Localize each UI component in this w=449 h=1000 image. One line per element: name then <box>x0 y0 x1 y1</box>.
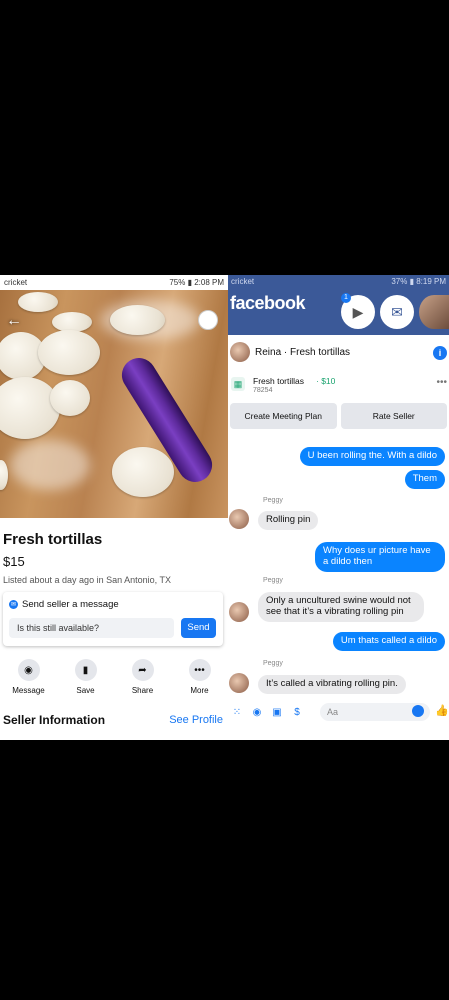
listing-summary[interactable]: ▦ Fresh tortillas · $10 78254 ••• <box>228 371 449 401</box>
back-arrow-icon[interactable]: ← <box>6 312 22 330</box>
action-label: Message <box>12 686 45 695</box>
flour-patch <box>10 440 90 490</box>
send-message-header: ✉ Send seller a message <box>9 599 119 610</box>
camera-icon[interactable]: ◉ <box>251 707 263 718</box>
photo-options-icon[interactable] <box>198 310 218 330</box>
sender-name: Peggy <box>263 660 283 667</box>
send-message-card: ✉ Send seller a message Is this still av… <box>3 592 223 646</box>
save-button[interactable]: ▮ Save <box>61 659 111 695</box>
conversation: U been rolling the. With a dildo Them Pe… <box>228 435 449 700</box>
messenger-icon: ✉ <box>9 600 18 609</box>
action-bar: ◉ Message ▮ Save ➦ Share ••• More <box>0 659 228 695</box>
listing-meta: Listed about a day ago in San Antonio, T… <box>3 575 171 585</box>
share-button[interactable]: ➦ Share <box>118 659 168 695</box>
share-icon: ➦ <box>131 659 154 681</box>
chat-head-avatar[interactable] <box>419 295 449 329</box>
apps-icon[interactable]: ⁙ <box>231 707 243 718</box>
message-outgoing: Why does ur picture have a dildo then <box>315 542 445 572</box>
marketplace-listing-screen: cricket 75% ▮ 2:08 PM ← Fresh tortillas … <box>0 275 228 740</box>
dough-circle <box>112 447 174 497</box>
message-incoming: Only a uncultured swine would not see th… <box>258 592 424 622</box>
avatar <box>229 673 249 693</box>
chat-header: Reina · Fresh tortillas i <box>228 335 449 372</box>
create-meeting-plan-button[interactable]: Create Meeting Plan <box>230 403 337 429</box>
info-icon[interactable]: i <box>433 346 447 360</box>
listing-photo[interactable]: ← <box>0 290 228 518</box>
send-button[interactable]: Send <box>181 618 216 638</box>
bookmark-icon: ▮ <box>74 659 97 681</box>
dough-circle <box>52 312 92 332</box>
status-right: 75% ▮ 2:08 PM <box>169 277 224 287</box>
emoji-icon[interactable] <box>412 705 424 717</box>
message-outgoing: Them <box>404 470 445 489</box>
listing-actions: Create Meeting Plan Rate Seller <box>228 403 449 429</box>
payment-icon[interactable]: $ <box>291 707 303 718</box>
dough-circle <box>38 330 100 375</box>
item-price: · $10 <box>316 376 336 386</box>
item-name: Fresh tortillas <box>253 376 305 386</box>
messenger-icon: ◉ <box>17 659 40 681</box>
avatar[interactable] <box>230 342 250 362</box>
marketplace-icon: ▦ <box>231 377 245 391</box>
message-button[interactable]: ◉ Message <box>4 659 54 695</box>
more-icon: ••• <box>188 659 211 681</box>
message-incoming: Rolling pin <box>258 511 319 530</box>
listing-price: $15 <box>3 554 25 569</box>
more-options-icon[interactable]: ••• <box>436 377 447 388</box>
message-incoming: It’s called a vibrating rolling pin. <box>258 675 406 694</box>
status-bar: cricket 37% ▮ 8:19 PM <box>231 277 446 286</box>
see-profile-link[interactable]: See Profile <box>169 714 223 726</box>
image-icon[interactable]: ▣ <box>271 707 283 718</box>
avatar <box>229 602 249 622</box>
send-message-label: Send seller a message <box>22 599 119 610</box>
dough-circle <box>18 292 58 312</box>
composer-bar: ⁙ ◉ ▣ $ Aa 👍 <box>228 700 449 724</box>
messenger-icon[interactable]: ✉ <box>380 295 414 329</box>
item-id: 78254 <box>253 387 273 394</box>
status-right: 37% ▮ 8:19 PM <box>391 277 446 286</box>
dough-circle <box>50 380 90 416</box>
chat-title: Reina · Fresh tortillas <box>255 347 351 358</box>
more-button[interactable]: ••• More <box>175 659 225 695</box>
notification-badge: 1 <box>341 293 351 303</box>
facebook-logo: facebook <box>230 293 306 313</box>
listing-title: Fresh tortillas <box>3 531 103 548</box>
seller-info-heading: Seller Information <box>3 713 106 727</box>
message-input[interactable]: Is this still available? <box>9 618 174 638</box>
sender-name: Peggy <box>263 577 283 584</box>
carrier-label: cricket <box>231 277 255 286</box>
action-label: More <box>190 686 209 695</box>
message-outgoing: U been rolling the. With a dildo <box>299 447 445 466</box>
status-bar: cricket 75% ▮ 2:08 PM <box>0 275 228 289</box>
message-outgoing: Um thats called a dildo <box>332 632 445 651</box>
carrier-label: cricket <box>4 277 28 287</box>
facebook-header: cricket 37% ▮ 8:19 PM facebook ▶ 1 ✉ <box>228 275 449 335</box>
action-label: Share <box>131 686 154 695</box>
messenger-chat-screen: cricket 37% ▮ 8:19 PM facebook ▶ 1 ✉ Rei… <box>228 275 449 740</box>
sender-name: Peggy <box>263 497 283 504</box>
like-icon[interactable]: 👍 <box>435 704 449 717</box>
avatar <box>229 509 249 529</box>
rate-seller-button[interactable]: Rate Seller <box>340 403 447 429</box>
dough-circle <box>110 305 165 335</box>
action-label: Save <box>76 686 95 695</box>
